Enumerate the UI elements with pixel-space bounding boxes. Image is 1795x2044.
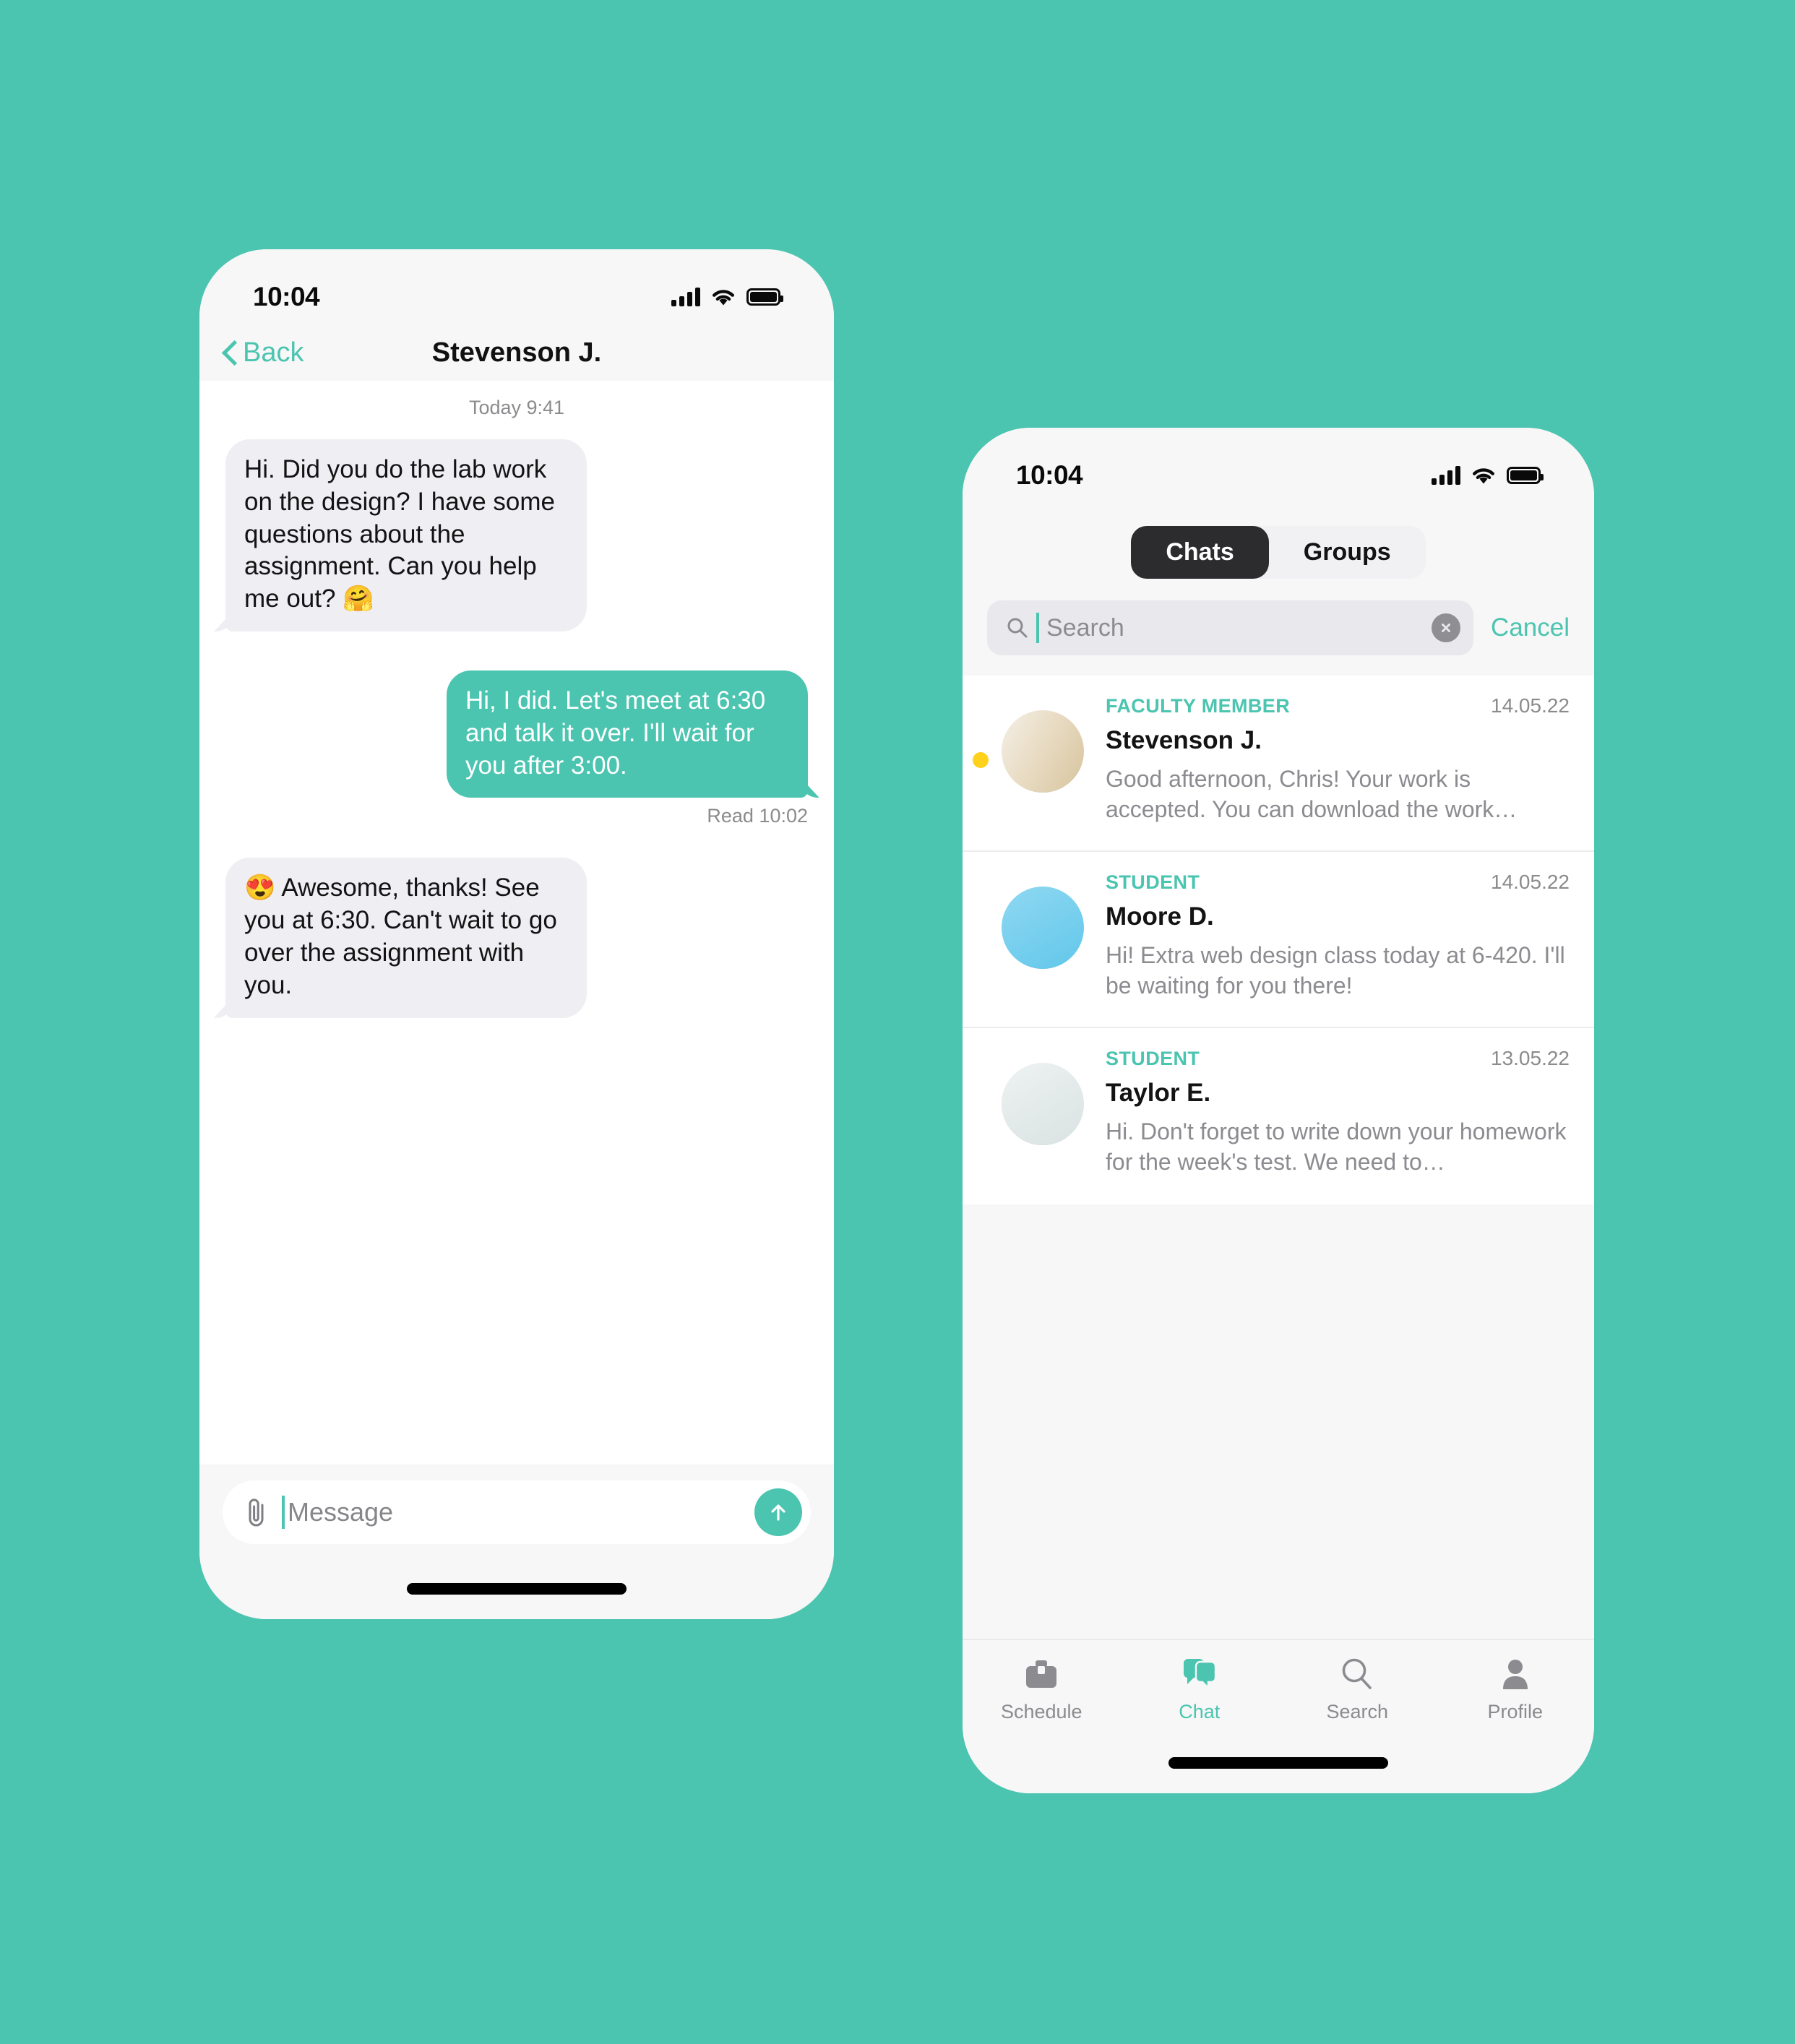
clear-search-button[interactable] — [1432, 613, 1461, 642]
tab-profile[interactable]: Profile — [1437, 1656, 1595, 1723]
contact-role: STUDENT — [1106, 1048, 1200, 1069]
message-date: 14.05.22 — [1491, 871, 1570, 893]
chat-list[interactable]: FACULTY MEMBER 14.05.22 Stevenson J. Goo… — [963, 676, 1594, 1204]
chat-bubbles-icon — [1180, 1656, 1219, 1692]
empty-list-area — [963, 1204, 1594, 1502]
back-button[interactable]: Back — [223, 337, 304, 368]
status-time: 10:04 — [253, 282, 320, 311]
unread-indicator-dot — [973, 752, 989, 768]
tab-chat[interactable]: Chat — [1121, 1656, 1279, 1723]
message-preview: Hi. Don't forget to write down your home… — [1106, 1118, 1567, 1176]
status-icons — [671, 288, 783, 306]
tab-chats[interactable]: Chats — [1131, 526, 1269, 579]
list-item[interactable]: STUDENT 13.05.22 Taylor E. Hi. Don't for… — [963, 1028, 1594, 1204]
status-time: 10:04 — [1016, 460, 1083, 490]
briefcase-icon — [1023, 1656, 1060, 1692]
status-icons — [1432, 466, 1544, 485]
contact-name: Stevenson J. — [1106, 726, 1262, 754]
send-button[interactable] — [754, 1488, 802, 1536]
message-bubble-incoming[interactable]: 😍 Awesome, thanks! See you at 6:30. Can'… — [225, 858, 587, 1018]
tab-label: Schedule — [1000, 1701, 1082, 1722]
composer-bar: Message — [199, 1465, 834, 1619]
cancel-search-button[interactable]: Cancel — [1491, 613, 1570, 642]
message-input[interactable]: Message — [282, 1496, 743, 1529]
contact-name: Taylor E. — [1106, 1079, 1211, 1107]
list-item-body: FACULTY MEMBER 14.05.22 Stevenson J. Goo… — [1106, 694, 1570, 824]
conversation-scroll[interactable]: Today 9:41 Hi. Did you do the lab work o… — [199, 381, 834, 1486]
search-icon — [1007, 618, 1028, 638]
search-input[interactable]: Search — [987, 600, 1474, 655]
status-bar: 10:04 — [963, 428, 1594, 503]
message-bubble-outgoing[interactable]: Hi, I did. Let's meet at 6:30 and talk i… — [447, 670, 808, 798]
chevron-left-icon — [223, 342, 236, 363]
tab-label: Search — [1326, 1701, 1389, 1722]
phone-chat-list: 10:04 Chats Groups Search Cancel FACULTY… — [963, 428, 1594, 1793]
search-placeholder: Search — [1046, 613, 1124, 642]
message-preview: Hi! Extra web design class today at 6-42… — [1106, 942, 1565, 999]
tab-search[interactable]: Search — [1278, 1656, 1437, 1723]
tab-label: Profile — [1487, 1701, 1544, 1722]
arrow-up-icon — [771, 1504, 785, 1521]
home-indicator — [1168, 1757, 1388, 1769]
cellular-signal-icon — [671, 288, 700, 306]
tab-schedule[interactable]: Schedule — [963, 1656, 1121, 1723]
message-row: Hi, I did. Let's meet at 6:30 and talk i… — [221, 670, 812, 798]
close-icon — [1442, 624, 1451, 632]
message-preview: Good afternoon, Chris! Your work is acce… — [1106, 766, 1518, 823]
tab-groups[interactable]: Groups — [1269, 526, 1426, 579]
message-input-placeholder: Message — [288, 1497, 394, 1527]
message-row: Hi. Did you do the lab work on the desig… — [221, 439, 812, 631]
day-stamp: Today 9:41 — [468, 397, 565, 418]
status-bar: 10:04 — [199, 249, 834, 324]
contact-role: STUDENT — [1106, 871, 1200, 893]
read-receipt: Read 10:02 — [707, 805, 808, 827]
home-indicator — [407, 1583, 627, 1595]
search-row: Search Cancel — [963, 579, 1594, 676]
text-caret — [282, 1496, 285, 1529]
segmented-control: Chats Groups — [1131, 526, 1426, 579]
list-item-body: STUDENT 14.05.22 Moore D. Hi! Extra web … — [1106, 871, 1570, 1001]
battery-icon — [746, 288, 783, 306]
avatar — [1002, 887, 1084, 969]
message-row: 😍 Awesome, thanks! See you at 6:30. Can'… — [221, 858, 812, 1018]
list-item[interactable]: FACULTY MEMBER 14.05.22 Stevenson J. Goo… — [963, 676, 1594, 852]
bottom-tab-bar: Schedule Chat Search Profile — [963, 1639, 1594, 1793]
tab-label: Chat — [1179, 1701, 1221, 1722]
text-caret — [1036, 613, 1039, 643]
segmented-control-wrap: Chats Groups — [963, 503, 1594, 579]
search-icon — [1339, 1656, 1375, 1692]
message-composer[interactable]: Message — [223, 1480, 811, 1544]
list-item[interactable]: STUDENT 14.05.22 Moore D. Hi! Extra web … — [963, 852, 1594, 1028]
message-date: 14.05.22 — [1491, 694, 1570, 717]
paperclip-icon[interactable] — [243, 1496, 270, 1528]
avatar — [1002, 710, 1084, 793]
cellular-signal-icon — [1432, 466, 1460, 485]
phone-chat-thread: 10:04 Back Stevenson J. Today 9:41 Hi. D… — [199, 249, 834, 1619]
message-bubble-incoming[interactable]: Hi. Did you do the lab work on the desig… — [225, 439, 587, 631]
person-icon — [1499, 1656, 1532, 1692]
battery-icon — [1507, 467, 1544, 484]
navigation-bar: Back Stevenson J. — [199, 324, 834, 381]
message-date: 13.05.22 — [1491, 1047, 1570, 1069]
wifi-icon — [1473, 468, 1494, 484]
avatar — [1002, 1063, 1084, 1145]
list-item-body: STUDENT 13.05.22 Taylor E. Hi. Don't for… — [1106, 1047, 1570, 1177]
wifi-icon — [713, 290, 734, 306]
contact-name: Moore D. — [1106, 902, 1214, 931]
contact-role: FACULTY MEMBER — [1106, 695, 1291, 717]
back-button-label: Back — [243, 337, 304, 368]
